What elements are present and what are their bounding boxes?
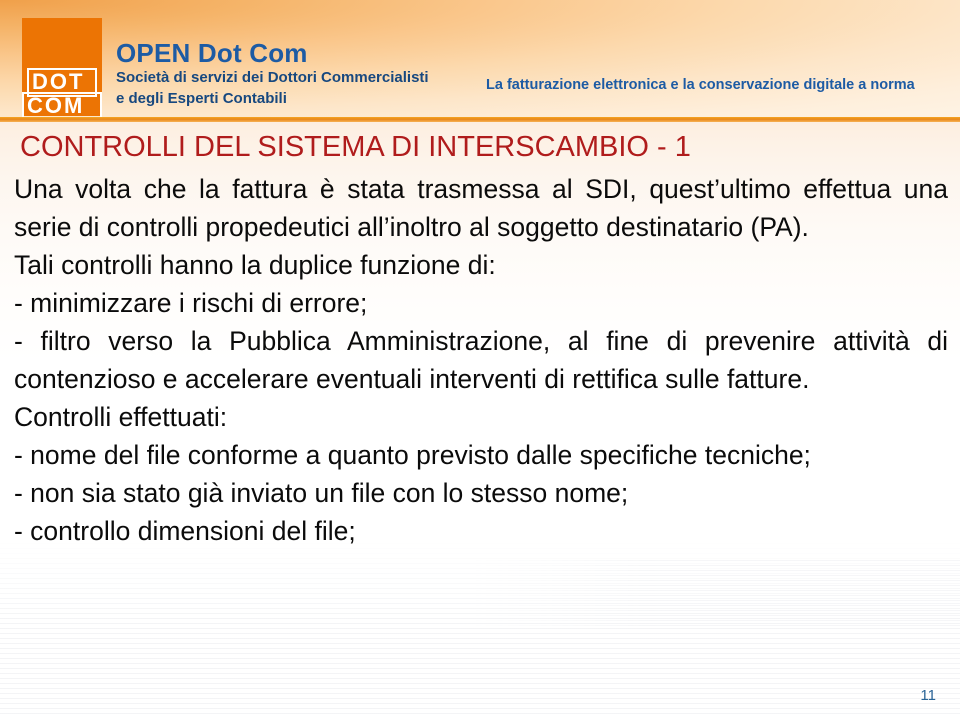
bullet-minimizzare: - minimizzare i rischi di errore; [14,288,368,318]
slide-header: DOT COM OPEN Dot Com Società di servizi … [0,0,960,121]
header-divider [0,117,960,122]
bullet-dimensioni-file: - controllo dimensioni del file; [14,516,356,546]
slide: DOT COM OPEN Dot Com Società di servizi … [0,0,960,718]
paragraph-intro: Una volta che la fattura è stata trasmes… [14,174,948,242]
brand-title: OPEN Dot Com [116,38,308,68]
bullet-filtro: - filtro verso la Pubblica Amministrazio… [14,326,948,394]
brand-subtitle-line-2: e degli Esperti Contabili [116,90,287,107]
paragraph-controlli-effettuati: Controlli effettuati: [14,402,228,432]
page-title: CONTROLLI DEL SISTEMA DI INTERSCAMBIO - … [20,131,691,163]
company-logo: DOT COM [22,18,102,121]
background-stripes-upper [470,560,960,626]
bullet-nome-file: - nome del file conforme a quanto previs… [14,440,811,470]
bullet-file-gia-inviato: - non sia stato già inviato un file con … [14,478,629,508]
header-subject-text: La fatturazione elettronica e la conserv… [486,77,915,93]
slide-content: Una volta che la fattura è stata trasmes… [14,170,948,550]
page-number: 11 [920,687,936,704]
brand-subtitle-line-1: Società di servizi dei Dottori Commercia… [116,69,429,86]
paragraph-duplice-funzione: Tali controlli hanno la duplice funzione… [14,250,496,280]
